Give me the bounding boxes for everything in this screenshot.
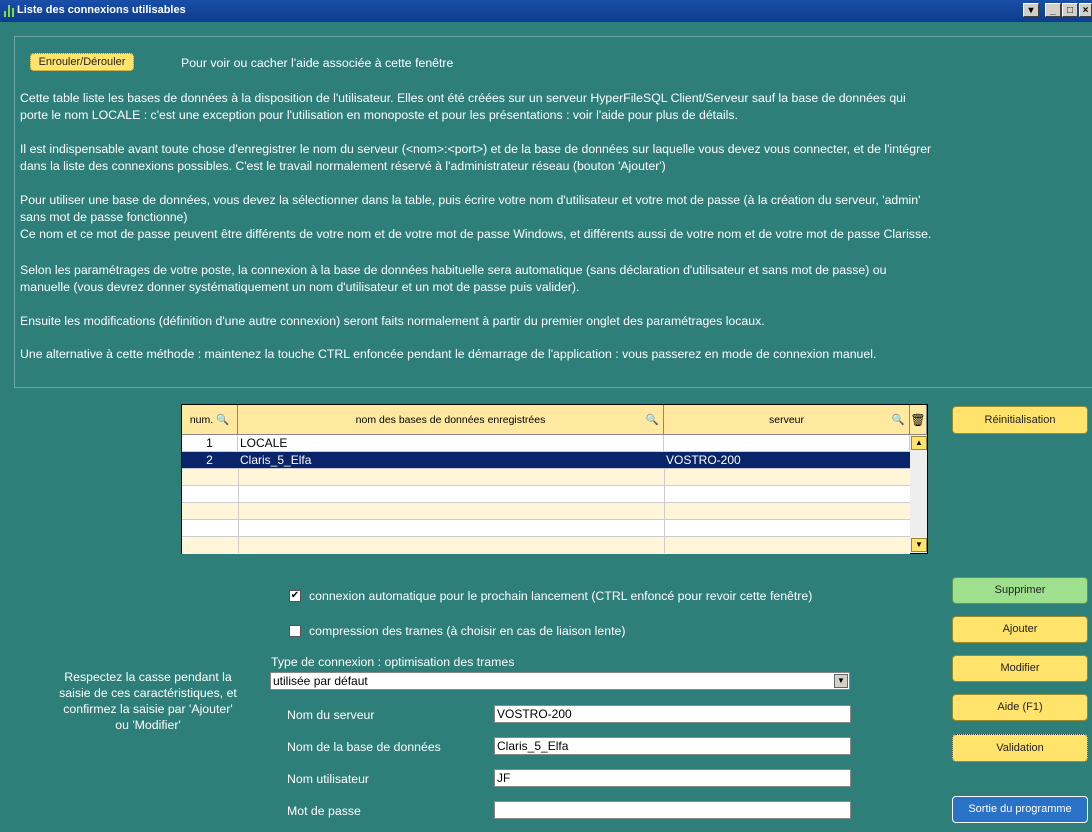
user-input[interactable]: JF	[494, 769, 851, 787]
exit-button[interactable]: Sortie du programme	[952, 796, 1088, 823]
help-paragraph-3: Pour utiliser une base de données, vous …	[20, 193, 932, 241]
column-header-num[interactable]: num. 🔍	[182, 405, 238, 435]
help-paragraph-5: Ensuite les modifications (définition d'…	[20, 314, 765, 328]
edit-button[interactable]: Modifier	[952, 655, 1088, 682]
connection-type-label: Type de connexion : optimisation des tra…	[271, 655, 515, 669]
menu-arrow-icon[interactable]: ▾	[1023, 3, 1039, 17]
connection-type-select[interactable]: utilisée par défaut ▼	[270, 672, 850, 690]
server-input[interactable]: VOSTRO-200	[494, 705, 851, 723]
table-row[interactable]	[182, 486, 910, 503]
row-num: 2	[182, 452, 238, 468]
dropdown-arrow-icon[interactable]: ▼	[834, 674, 848, 688]
database-label: Nom de la base de données	[287, 740, 441, 754]
help-paragraph-4: Selon les paramétrages de votre poste, l…	[20, 263, 887, 294]
row-name: Claris_5_Elfa	[238, 452, 664, 468]
column-header-name[interactable]: nom des bases de données enregistrées 🔍	[238, 405, 664, 435]
reset-button[interactable]: Réinitialisation	[952, 406, 1088, 434]
close-button[interactable]: ×	[1079, 3, 1092, 17]
add-button[interactable]: Ajouter	[952, 616, 1088, 643]
auto-connect-checkbox[interactable]: ✔	[289, 590, 301, 602]
row-server	[664, 435, 910, 451]
help-button[interactable]: Aide (F1)	[952, 694, 1088, 721]
user-label: Nom utilisateur	[287, 772, 370, 786]
connections-table[interactable]: num. 🔍 nom des bases de données enregist…	[181, 404, 928, 554]
database-input[interactable]: Claris_5_Elfa	[494, 737, 851, 755]
table-row[interactable]	[182, 537, 910, 554]
app-icon	[4, 5, 14, 17]
help-paragraph-6: Une alternative à cette méthode : mainte…	[20, 347, 877, 361]
password-input[interactable]	[494, 801, 851, 819]
search-icon[interactable]: 🔍	[892, 405, 905, 435]
help-paragraph-2: Il est indispensable avant toute chose d…	[20, 142, 932, 173]
trash-icon[interactable]: 🗑	[910, 405, 927, 435]
compression-checkbox[interactable]	[289, 625, 301, 637]
column-header-server[interactable]: serveur 🔍	[664, 405, 910, 435]
row-num: 1	[182, 435, 238, 451]
search-icon[interactable]: 🔍	[216, 414, 229, 426]
server-label: Nom du serveur	[287, 708, 375, 722]
help-toggle-caption: Pour voir ou cacher l'aide associée à ce…	[181, 56, 454, 70]
validate-button[interactable]: Validation	[952, 734, 1088, 762]
maximize-button[interactable]: □	[1062, 3, 1078, 17]
scroll-down-icon[interactable]: ▼	[911, 538, 927, 552]
help-paragraph-1: Cette table liste les bases de données à…	[20, 91, 906, 122]
delete-button[interactable]: Supprimer	[952, 577, 1088, 604]
row-server: VOSTRO-200	[664, 452, 910, 468]
window-title: Liste des connexions utilisables	[17, 4, 186, 16]
table-row[interactable]	[182, 520, 910, 537]
row-name: LOCALE	[238, 435, 664, 451]
auto-connect-label: connexion automatique pour le prochain l…	[309, 589, 813, 603]
minimize-button[interactable]: _	[1045, 3, 1061, 17]
table-scrollbar[interactable]: ▲ ▼	[910, 435, 927, 553]
case-sensitivity-note: Respectez la casse pendant la saisie de c…	[59, 670, 237, 732]
search-icon[interactable]: 🔍	[646, 405, 659, 435]
compression-label: compression des trames (à choisir en cas…	[309, 624, 626, 638]
password-label: Mot de passe	[287, 804, 361, 818]
table-row[interactable]: 2 Claris_5_Elfa VOSTRO-200	[182, 452, 910, 469]
collapse-help-button[interactable]: Enrouler/Dérouler	[30, 53, 134, 71]
table-row[interactable]	[182, 469, 910, 486]
table-row[interactable]: 1 LOCALE	[182, 435, 910, 452]
title-bar: Liste des connexions utilisables ▾ _ □ ×	[0, 0, 1092, 22]
table-row[interactable]	[182, 503, 910, 520]
scroll-up-icon[interactable]: ▲	[911, 436, 927, 450]
